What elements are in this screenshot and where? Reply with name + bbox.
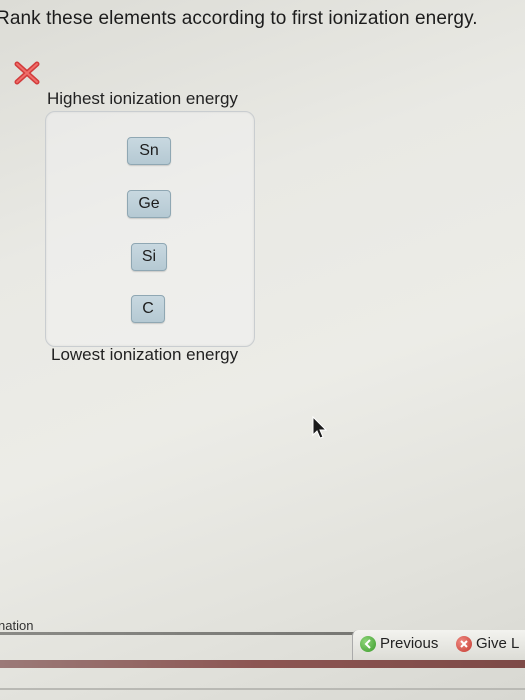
lowest-energy-label: Lowest ionization energy bbox=[51, 345, 239, 364]
give-up-button[interactable]: Give L bbox=[456, 635, 519, 652]
mouse-cursor-icon bbox=[312, 416, 328, 439]
give-up-label: Give L bbox=[476, 635, 520, 652]
rank-item-c[interactable]: C bbox=[131, 295, 165, 323]
question-text: Rank these elements according to first i… bbox=[0, 8, 478, 29]
previous-arrow-icon bbox=[360, 635, 376, 652]
footer-bottom-line bbox=[0, 688, 525, 690]
rank-item-sn[interactable]: Sn bbox=[127, 137, 171, 165]
footer-accent-bar bbox=[0, 660, 525, 668]
x-mark-icon bbox=[14, 61, 40, 85]
rank-item-si[interactable]: Si bbox=[131, 243, 167, 271]
previous-label: Previous bbox=[380, 635, 439, 652]
give-up-x-icon bbox=[456, 635, 472, 652]
rank-item-ge[interactable]: Ge bbox=[127, 190, 171, 218]
highest-energy-label: Highest ionization energy bbox=[47, 89, 238, 108]
footer-left-link[interactable]: nation bbox=[0, 618, 33, 633]
previous-button[interactable]: Previous bbox=[360, 635, 438, 652]
